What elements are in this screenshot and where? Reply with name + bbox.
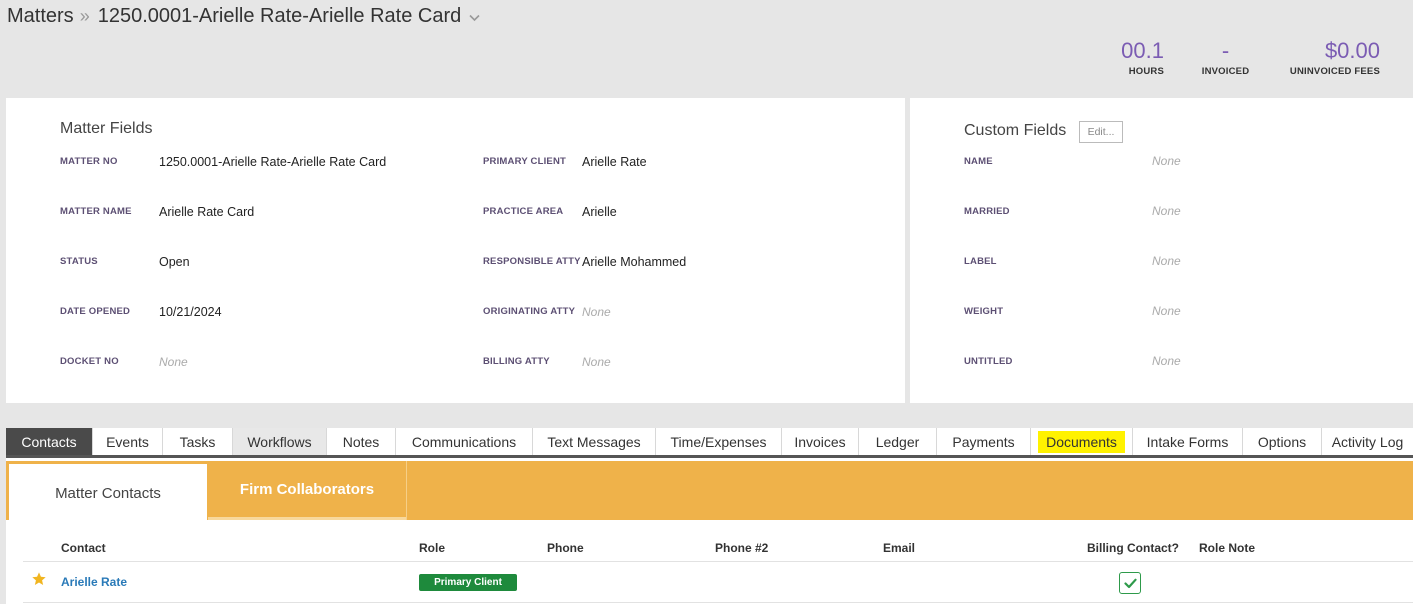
tab-activity-log[interactable]: Activity Log <box>1322 428 1413 455</box>
check-icon <box>1123 578 1137 588</box>
tab-ledger[interactable]: Ledger <box>859 428 937 455</box>
billing-atty-value: None <box>582 355 611 369</box>
column-header-contact[interactable]: Contact <box>61 541 106 555</box>
tab-text-messages[interactable]: Text Messages <box>533 428 656 455</box>
tab-workflows[interactable]: Workflows <box>233 428 327 455</box>
column-header-role[interactable]: Role <box>419 541 445 555</box>
edit-custom-fields-button[interactable]: Edit... <box>1079 121 1123 143</box>
matter-name-label: MATTER NAME <box>60 206 132 217</box>
custom-field-weight-label: WEIGHT <box>964 306 1004 317</box>
matter-tabs: Contacts Events Tasks Workflows Notes Co… <box>6 428 1413 458</box>
column-header-phone-2[interactable]: Phone #2 <box>715 541 768 555</box>
matter-fields-panel: Matter Fields MATTER NO 1250.0001-Ariell… <box>6 98 905 403</box>
star-icon[interactable] <box>31 571 47 587</box>
custom-field-name-value: None <box>1152 154 1181 168</box>
column-header-role-note[interactable]: Role Note <box>1199 541 1255 555</box>
tab-documents-label: Documents <box>1038 430 1125 453</box>
matter-no-label: MATTER NO <box>60 156 118 167</box>
custom-field-weight-value: None <box>1152 304 1181 318</box>
tab-communications[interactable]: Communications <box>396 428 533 455</box>
table-row-divider <box>23 602 1413 603</box>
tab-tasks[interactable]: Tasks <box>163 428 233 455</box>
invoiced-label: INVOICED <box>1201 66 1250 77</box>
primary-client-label: PRIMARY CLIENT <box>483 156 567 167</box>
custom-field-label-value: None <box>1152 254 1181 268</box>
column-header-email[interactable]: Email <box>883 541 915 555</box>
custom-field-untitled-value: None <box>1152 354 1181 368</box>
responsible-atty-label: RESPONSIBLE ATTY <box>483 256 581 267</box>
tab-invoices[interactable]: Invoices <box>782 428 859 455</box>
column-header-phone[interactable]: Phone <box>547 541 584 555</box>
practice-area-label: PRACTICE AREA <box>483 206 564 217</box>
date-opened-label: DATE OPENED <box>60 306 131 317</box>
breadcrumb-current-matter: 1250.0001-Arielle Rate-Arielle Rate Card <box>97 5 462 27</box>
primary-client-value: Arielle Rate <box>582 155 647 169</box>
matter-no-value: 1250.0001-Arielle Rate-Arielle Rate Card <box>159 155 387 169</box>
matter-name-value: Arielle Rate Card <box>159 205 255 219</box>
billing-atty-label: BILLING ATTY <box>483 356 550 367</box>
invoiced-value: - <box>1221 38 1230 63</box>
tab-notes[interactable]: Notes <box>327 428 396 455</box>
role-badge: Primary Client <box>419 574 517 591</box>
contact-name-link[interactable]: Arielle Rate <box>61 575 127 589</box>
hours-label: HOURS <box>1128 66 1164 77</box>
custom-field-untitled-label: UNTITLED <box>964 356 1013 367</box>
billing-contact-checkbox[interactable] <box>1119 572 1141 594</box>
docket-no-label: DOCKET NO <box>60 356 119 367</box>
custom-fields-panel: Custom Fields Edit... NAME None MARRIED … <box>910 98 1413 403</box>
column-header-billing-contact[interactable]: Billing Contact? <box>1087 541 1179 555</box>
tab-payments[interactable]: Payments <box>937 428 1031 455</box>
status-label: STATUS <box>60 256 98 267</box>
custom-field-label-label: LABEL <box>964 256 997 267</box>
status-value: Open <box>159 255 190 269</box>
matter-stats: 00.1 HOURS - INVOICED $0.00 UNINVOICED F… <box>1104 38 1380 77</box>
custom-field-married-label: MARRIED <box>964 206 1010 217</box>
stat-invoiced[interactable]: - INVOICED <box>1183 38 1268 77</box>
docket-no-value: None <box>159 355 188 369</box>
tab-documents[interactable]: Documents <box>1031 428 1133 455</box>
custom-field-married-value: None <box>1152 204 1181 218</box>
uninvoiced-fees-value: $0.00 <box>1324 38 1380 63</box>
tab-events[interactable]: Events <box>93 428 163 455</box>
tab-contacts[interactable]: Contacts <box>6 428 93 455</box>
practice-area-value: Arielle <box>582 205 617 219</box>
custom-fields-title: Custom Fields <box>964 122 1067 139</box>
originating-atty-value: None <box>582 305 611 319</box>
stat-hours[interactable]: 00.1 HOURS <box>1104 38 1164 77</box>
responsible-atty-value: Arielle Mohammed <box>582 255 687 269</box>
date-opened-value: 10/21/2024 <box>159 305 222 319</box>
stat-uninvoiced-fees[interactable]: $0.00 UNINVOICED FEES <box>1280 38 1380 77</box>
contacts-subtabs: Matter Contacts Firm Collaborators <box>6 461 1413 522</box>
originating-atty-label: ORIGINATING ATTY <box>483 306 576 317</box>
contacts-section: Matter Contacts Firm Collaborators Conta… <box>6 458 1413 604</box>
chevron-down-icon[interactable] <box>469 10 480 25</box>
hours-value: 00.1 <box>1121 38 1164 63</box>
tab-options[interactable]: Options <box>1243 428 1322 455</box>
subtab-matter-contacts[interactable]: Matter Contacts <box>9 464 207 522</box>
breadcrumb-matters-link[interactable]: Matters <box>7 5 74 28</box>
custom-field-name-label: NAME <box>964 156 993 167</box>
tab-intake-forms[interactable]: Intake Forms <box>1133 428 1243 455</box>
matter-fields-title: Matter Fields <box>60 120 153 137</box>
tab-time-expenses[interactable]: Time/Expenses <box>656 428 782 455</box>
subtab-firm-collaborators[interactable]: Firm Collaborators <box>208 461 407 520</box>
breadcrumb-separator: » <box>79 6 90 26</box>
breadcrumb: Matters » 1250.0001-Arielle Rate-Arielle… <box>7 5 480 28</box>
table-header-divider <box>23 561 1413 562</box>
uninvoiced-fees-label: UNINVOICED FEES <box>1289 66 1380 77</box>
